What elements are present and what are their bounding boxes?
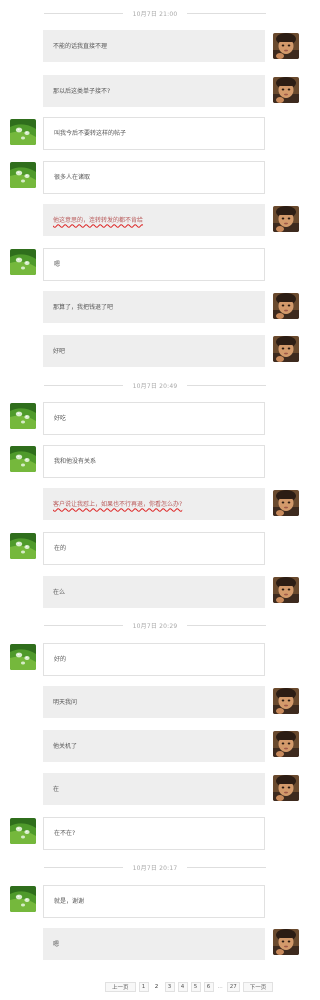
water-drops-on-leaf-avatar[interactable] (10, 818, 36, 844)
water-drops-on-leaf-avatar[interactable] (10, 533, 36, 559)
timestamp-label: 10月7日 20:17 (132, 864, 178, 872)
water-drops-on-leaf-avatar[interactable] (10, 403, 36, 429)
message-bubble-received[interactable]: 就是，谢谢 (43, 885, 265, 918)
child-portrait-avatar[interactable] (273, 33, 299, 59)
divider-line (44, 624, 123, 626)
message-bubble-sent[interactable]: 他关机了 (43, 730, 265, 762)
child-portrait-avatar[interactable] (273, 293, 299, 319)
message-bubble-received[interactable]: 在不在? (43, 817, 265, 850)
child-portrait-avatar[interactable] (273, 731, 299, 757)
message-bubble-sent[interactable]: 那算了，我把钱退了吧 (43, 291, 265, 323)
water-drops-on-leaf-avatar[interactable] (10, 644, 36, 670)
message-bubble-sent[interactable]: 他这意思的，连转转发的都不肯给 (43, 204, 265, 236)
message-text: 那以后这类单子接不? (53, 87, 111, 95)
divider-line (187, 12, 267, 14)
message-bubble-sent[interactable]: 那以后这类单子接不? (43, 75, 265, 107)
message-text: 嗯 (54, 261, 61, 268)
timestamp-label: 10月7日 20:29 (132, 622, 178, 630)
pagination-ellipsis: ... (217, 984, 223, 990)
water-drops-on-leaf-avatar[interactable] (10, 119, 36, 145)
message-text: 在不在? (54, 830, 76, 837)
child-portrait-avatar[interactable] (273, 688, 299, 714)
message-text: 他关机了 (53, 742, 78, 750)
message-text: 很多人在诸取 (54, 174, 91, 181)
message-text: 在 (53, 785, 60, 793)
timestamp-divider: 10月7日 21:00 (44, 8, 267, 18)
timestamp-divider: 10月7日 20:29 (44, 620, 267, 630)
divider-line (187, 384, 267, 386)
page-link[interactable]: 3 (164, 982, 175, 992)
message-bubble-sent[interactable]: 嗯 (43, 928, 265, 960)
timestamp-label: 10月7日 20:49 (132, 382, 178, 390)
page-link[interactable]: 5 (190, 982, 201, 992)
message-bubble-sent[interactable]: 不能的话我直接不理 (43, 30, 265, 62)
message-text-flagged: 他这意思的，连转转发的都不肯给 (53, 216, 144, 224)
child-portrait-avatar[interactable] (273, 775, 299, 801)
water-drops-on-leaf-avatar[interactable] (10, 162, 36, 188)
chat-history: 10月7日 21:00 10月7日 20:49 10月7日 20:29 10月7… (0, 0, 310, 1000)
message-bubble-sent[interactable]: 好吧 (43, 335, 265, 367)
message-bubble-sent[interactable]: 明天我问 (43, 686, 265, 718)
message-text: 叫我今后不要转这样的帖子 (54, 130, 127, 137)
water-drops-on-leaf-avatar[interactable] (10, 446, 36, 472)
message-text: 好吃 (54, 415, 67, 422)
message-bubble-received[interactable]: 在的 (43, 532, 265, 565)
divider-line (187, 866, 267, 868)
message-text: 好吧 (53, 347, 66, 355)
message-bubble-received[interactable]: 我和他没有关系 (43, 445, 265, 478)
divider-line (44, 384, 123, 386)
message-text: 就是，谢谢 (54, 898, 85, 905)
message-text: 不能的话我直接不理 (53, 42, 108, 50)
last-page-link[interactable]: 27 (226, 982, 240, 992)
message-text: 那算了，我把钱退了吧 (53, 303, 114, 311)
message-bubble-received[interactable]: 好吃 (43, 402, 265, 435)
child-portrait-avatar[interactable] (273, 929, 299, 955)
message-bubble-sent[interactable]: 在么 (43, 576, 265, 608)
child-portrait-avatar[interactable] (273, 77, 299, 103)
divider-line (187, 624, 267, 626)
message-text: 嗯 (53, 940, 60, 948)
message-bubble-received[interactable]: 嗯 (43, 248, 265, 281)
message-bubble-received[interactable]: 很多人在诸取 (43, 161, 265, 194)
message-bubble-received[interactable]: 好的 (43, 643, 265, 676)
page-link[interactable]: 4 (177, 982, 188, 992)
page-link[interactable]: 6 (203, 982, 214, 992)
divider-line (44, 866, 123, 868)
message-bubble-received[interactable]: 叫我今后不要转这样的帖子 (43, 117, 265, 150)
next-page-button[interactable]: 下一页 (242, 982, 274, 992)
message-bubble-sent[interactable]: 在 (43, 773, 265, 805)
child-portrait-avatar[interactable] (273, 206, 299, 232)
child-portrait-avatar[interactable] (273, 336, 299, 362)
message-text: 在的 (54, 545, 67, 552)
message-text: 明天我问 (53, 698, 78, 706)
water-drops-on-leaf-avatar[interactable] (10, 249, 36, 275)
pagination: 上一页 1 2 3 4 5 6 ... 27 下一页 (105, 982, 274, 992)
divider-line (44, 12, 123, 14)
message-text: 我和他没有关系 (54, 458, 97, 465)
water-drops-on-leaf-avatar[interactable] (10, 886, 36, 912)
message-bubble-sent[interactable]: 客户说让我怼上，如果也不行再退，你看怎么办? (43, 488, 265, 520)
timestamp-divider: 10月7日 20:17 (44, 862, 267, 872)
timestamp-divider: 10月7日 20:49 (44, 380, 267, 390)
message-text-flagged: 客户说让我怼上，如果也不行再退，你看怎么办? (53, 500, 183, 508)
message-text: 在么 (53, 588, 66, 596)
child-portrait-avatar[interactable] (273, 577, 299, 603)
message-text: 好的 (54, 656, 67, 663)
page-link[interactable]: 1 (138, 982, 149, 992)
timestamp-label: 10月7日 21:00 (132, 10, 178, 18)
child-portrait-avatar[interactable] (273, 490, 299, 516)
prev-page-button[interactable]: 上一页 (105, 982, 136, 992)
current-page: 2 (154, 984, 159, 990)
